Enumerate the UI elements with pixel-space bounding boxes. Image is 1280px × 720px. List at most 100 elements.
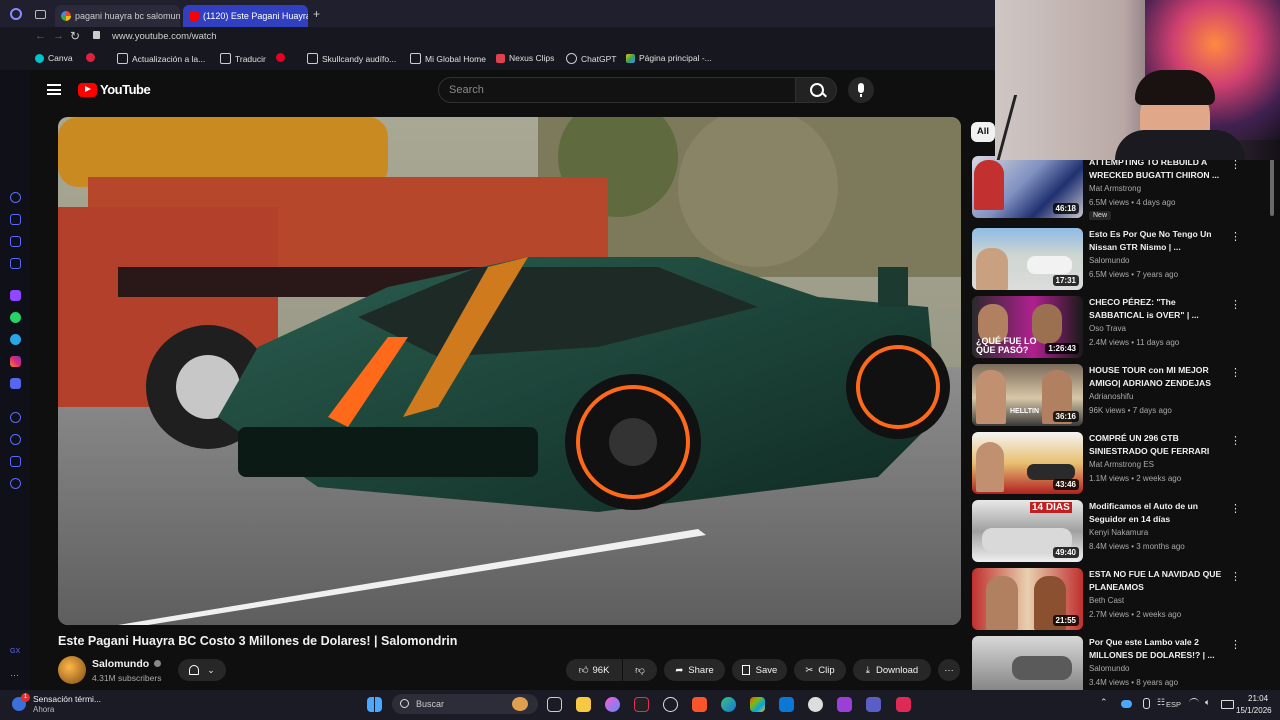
tab-youtube[interactable]: (1120) Este Pagani Huayra <box>183 5 308 27</box>
channel-avatar[interactable] <box>58 656 86 684</box>
bookmark-canva[interactable]: Canva <box>35 53 73 63</box>
more-vertical-icon[interactable]: ⋮ <box>1230 570 1241 583</box>
file-explorer-icon[interactable] <box>576 697 591 712</box>
recommendation-item[interactable]: 21:55 ESTA NO FUE LA NAVIDAD QUE PLANEAM… <box>972 568 1252 632</box>
bookmark-circle[interactable] <box>86 53 99 62</box>
recommendation-item[interactable]: 43:46 COMPRÉ UN 296 GTB SINIESTRADO QUE … <box>972 432 1252 496</box>
mail-icon[interactable] <box>779 697 794 712</box>
subscribe-notification-button[interactable]: ⌄ <box>178 659 226 681</box>
chatgpt-app-icon[interactable] <box>663 697 678 712</box>
messenger-icon[interactable] <box>10 258 21 269</box>
share-button[interactable]: ➦ Share <box>664 659 725 681</box>
history-icon[interactable] <box>10 192 21 203</box>
video-thumbnail: 21:55 <box>972 568 1083 630</box>
like-button[interactable]: 👍︎ 96K <box>566 659 622 681</box>
taskbar-search-input[interactable]: Buscar <box>392 694 538 714</box>
forward-arrow-icon[interactable]: → <box>53 30 64 42</box>
weather-notification[interactable]: 1 Sensación térmi... Ahora <box>10 692 120 718</box>
battery-icon[interactable] <box>1221 700 1234 709</box>
recommendation-item[interactable]: HELLTIN 36:16 HOUSE TOUR con MI MEJOR AM… <box>972 364 1252 428</box>
search-icon <box>400 699 409 708</box>
bookmark-traducir[interactable]: Traducir <box>220 53 266 64</box>
bookmark-pinterest[interactable] <box>276 53 289 62</box>
tab-google-search[interactable]: pagani huayra bc salomun <box>55 5 180 27</box>
video-player[interactable] <box>58 117 961 625</box>
clock-icon[interactable] <box>10 412 21 423</box>
steam-icon[interactable] <box>808 697 823 712</box>
browser-logo-icon[interactable] <box>10 8 22 20</box>
telegram-icon[interactable] <box>10 334 21 345</box>
brave-icon[interactable] <box>692 697 707 712</box>
bookmark-actualizacion[interactable]: Actualización a la... <box>117 53 205 64</box>
voice-search-button[interactable] <box>848 77 874 103</box>
onedrive-icon[interactable] <box>1121 700 1132 708</box>
recommendation-item[interactable]: 46:18 ATTEMPTING TO REBUILD A WRECKED BU… <box>972 156 1252 220</box>
more-vertical-icon[interactable]: ⋮ <box>1230 366 1241 379</box>
bookmark-chatgpt[interactable]: ChatGPT <box>566 53 616 64</box>
gx-icon[interactable]: GX <box>10 648 21 659</box>
microphone-tray-icon[interactable] <box>1143 698 1150 709</box>
language-indicator[interactable]: ESP <box>1166 700 1181 709</box>
instagram-icon[interactable] <box>10 356 21 367</box>
more-vertical-icon[interactable]: ⋮ <box>1230 638 1241 651</box>
opera-gx-icon[interactable] <box>634 697 649 712</box>
recommendation-item[interactable]: 14 DÍAS 49:40 Modificamos el Auto de un … <box>972 500 1252 564</box>
ai-icon[interactable] <box>10 214 21 225</box>
more-vertical-icon[interactable]: ⋮ <box>1230 230 1241 243</box>
more-icon[interactable]: ··· <box>10 670 21 681</box>
itunes-icon[interactable] <box>605 697 620 712</box>
edit-icon[interactable] <box>10 236 21 247</box>
nexus-icon <box>496 53 505 63</box>
menu-icon[interactable] <box>47 84 61 95</box>
edge-icon[interactable] <box>721 697 736 712</box>
more-actions-button[interactable]: ··· <box>938 659 960 681</box>
new-tab-plus-icon[interactable]: + <box>313 8 320 20</box>
bookmark-pagina-principal[interactable]: Página principal -... <box>626 53 712 63</box>
download-button[interactable]: ⤓ Download <box>853 659 931 681</box>
chatgpt-icon <box>566 53 577 64</box>
url-field[interactable]: www.youtube.com/watch <box>112 31 217 42</box>
clock-date[interactable]: 15/1/2026 <box>1236 706 1272 715</box>
wifi-icon[interactable] <box>1189 698 1199 707</box>
clock-time[interactable]: 21:04 <box>1248 694 1268 703</box>
discord-icon[interactable] <box>10 378 21 389</box>
windows-start-icon[interactable] <box>367 697 382 712</box>
back-arrow-icon[interactable]: ← <box>35 30 46 42</box>
more-vertical-icon[interactable]: ⋮ <box>1230 502 1241 515</box>
bookmark-skullcandy[interactable]: Skullcandy audífo... <box>307 53 396 64</box>
whatsapp-icon[interactable] <box>10 312 21 323</box>
recommendation-item[interactable]: Por Que este Lambo vale 2 MILLONES DE DO… <box>972 636 1252 690</box>
filter-chip-all[interactable]: All <box>971 122 995 142</box>
search-icon <box>810 83 824 97</box>
video-thumbnail: 43:46 <box>972 432 1083 494</box>
volume-icon[interactable]: 🔈︎ <box>1205 697 1210 708</box>
search-input[interactable]: Search <box>438 77 796 103</box>
bookmark-global-home[interactable]: Mi Global Home <box>410 53 486 64</box>
tiktok-icon[interactable] <box>896 697 911 712</box>
app-purple-icon[interactable] <box>837 697 852 712</box>
extensions-icon[interactable] <box>10 456 21 467</box>
tab-overview-icon[interactable] <box>35 10 46 19</box>
settings-icon[interactable] <box>10 478 21 489</box>
clip-button[interactable]: ✂ Clip <box>794 659 846 681</box>
task-view-icon[interactable] <box>547 697 562 712</box>
youtube-logo[interactable]: YouTube <box>78 82 151 97</box>
recommendation-item[interactable]: ¿QUÉ FUE LO QUE PASÓ? 1:26:43 CHECO PÉRE… <box>972 296 1252 360</box>
twitch-icon[interactable] <box>10 290 21 301</box>
video-thumbnail: HELLTIN 36:16 <box>972 364 1083 426</box>
recommendation-item[interactable]: 17:31 Esto Es Por Que No Tengo Un Nissan… <box>972 228 1252 292</box>
more-vertical-icon[interactable]: ⋮ <box>1230 434 1241 447</box>
reload-icon[interactable]: ↻ <box>70 29 80 43</box>
teams-icon[interactable] <box>866 697 881 712</box>
store-icon[interactable] <box>750 697 765 712</box>
history-alt-icon[interactable] <box>10 434 21 445</box>
verified-icon <box>154 660 162 667</box>
speaker-tray-icon[interactable]: ☷ <box>1157 697 1165 708</box>
tray-chevron-icon[interactable]: ⌃ <box>1100 697 1108 708</box>
dislike-button[interactable]: 👎︎ <box>623 659 657 681</box>
search-button[interactable] <box>795 77 837 103</box>
save-button[interactable]: Save <box>732 659 787 681</box>
channel-name[interactable]: Salomundo <box>92 658 162 670</box>
bookmark-nexus-clips[interactable]: Nexus Clips <box>496 53 554 63</box>
more-vertical-icon[interactable]: ⋮ <box>1230 298 1241 311</box>
